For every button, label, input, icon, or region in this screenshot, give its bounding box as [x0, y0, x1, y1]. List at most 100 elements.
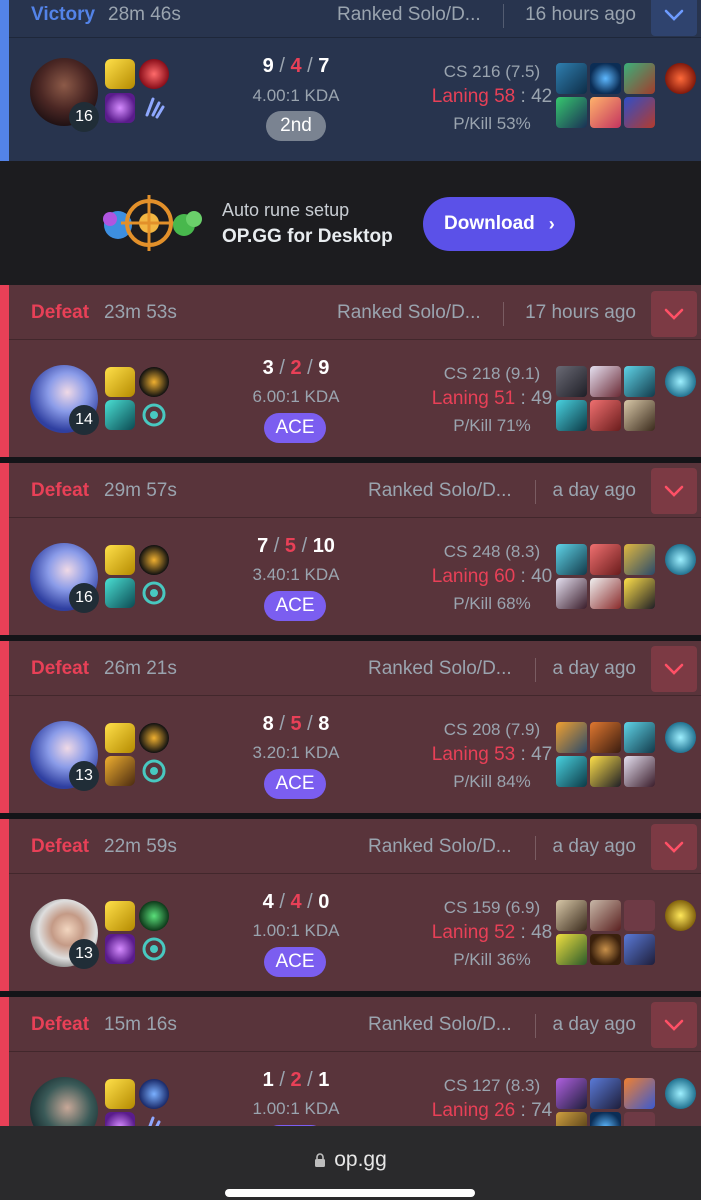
flash-spell-icon[interactable]	[105, 367, 135, 397]
expand-button[interactable]	[651, 1002, 697, 1048]
match-card[interactable]: Defeat 22m 59s Ranked Solo/D... a day ag…	[0, 819, 701, 991]
result-bar	[0, 0, 9, 161]
lock-icon	[314, 1149, 326, 1167]
item-slot[interactable]	[624, 544, 655, 575]
sorcery-rune-icon[interactable]	[139, 1112, 169, 1126]
item-slot[interactable]	[556, 900, 587, 931]
item-slot[interactable]	[556, 1112, 587, 1126]
item-slot[interactable]	[556, 1078, 587, 1109]
match-card[interactable]: Victory 28m 46s Ranked Solo/D... 16 hour…	[0, 0, 701, 161]
item-slot[interactable]	[556, 544, 587, 575]
kda-ratio: 4.00:1 KDA	[252, 86, 340, 105]
ace-badge: ACE	[264, 591, 326, 621]
item-slot[interactable]	[624, 756, 655, 787]
flash-spell-icon[interactable]	[105, 723, 135, 753]
ace-badge: ACE	[264, 947, 326, 977]
item-slot[interactable]	[556, 63, 587, 94]
trinket-icon[interactable]	[665, 1078, 696, 1109]
item-slot[interactable]	[624, 934, 655, 965]
expand-button[interactable]	[651, 824, 697, 870]
item-slot[interactable]	[590, 934, 621, 965]
item-slot[interactable]	[556, 97, 587, 128]
chevron-down-icon	[664, 841, 684, 853]
conqueror-rune-icon[interactable]	[139, 723, 169, 753]
match-card[interactable]: Defeat 15m 16s Ranked Solo/D... a day ag…	[0, 997, 701, 1126]
match-header: Defeat 26m 21s Ranked Solo/D... a day ag…	[9, 641, 701, 696]
precision-rune-icon[interactable]	[139, 578, 169, 608]
item-slot[interactable]	[590, 1078, 621, 1109]
trinket-icon[interactable]	[665, 63, 696, 94]
flash-spell-icon[interactable]	[105, 59, 135, 89]
item-slot[interactable]	[590, 722, 621, 753]
item-slot[interactable]	[624, 578, 655, 609]
precision-rune-icon[interactable]	[139, 756, 169, 786]
precision-rune-icon[interactable]	[139, 934, 169, 964]
item-slot[interactable]	[590, 366, 621, 397]
match-result: Victory	[31, 4, 96, 25]
match-card[interactable]: Defeat 23m 53s Ranked Solo/D... 17 hours…	[0, 285, 701, 457]
download-button[interactable]: Download ›	[423, 197, 575, 251]
ghost-spell-icon[interactable]	[105, 578, 135, 608]
item-slot[interactable]	[624, 366, 655, 397]
trinket-icon[interactable]	[665, 722, 696, 753]
desktop-app-ad[interactable]	[0, 161, 701, 285]
ghost-spell-icon[interactable]	[105, 400, 135, 430]
trinket-icon[interactable]	[665, 900, 696, 931]
item-slot[interactable]	[590, 544, 621, 575]
grasp-rune-icon[interactable]	[139, 901, 169, 931]
precision-rune-icon[interactable]	[139, 400, 169, 430]
ad-tagline: Auto rune setup	[222, 200, 350, 220]
ignite-spell-icon[interactable]	[105, 93, 135, 123]
flash-spell-icon[interactable]	[105, 901, 135, 931]
ad-title: OP.GG for Desktop	[222, 226, 393, 247]
item-slot[interactable]	[556, 934, 587, 965]
item-slot[interactable]	[556, 400, 587, 431]
sorcery-rune-icon[interactable]	[139, 93, 169, 123]
header-divider	[535, 1014, 536, 1038]
item-slot[interactable]	[590, 63, 621, 94]
keystone-rune-icon[interactable]	[139, 1079, 169, 1109]
expand-button[interactable]	[651, 646, 697, 692]
conqueror-rune-icon[interactable]	[139, 545, 169, 575]
ignite-rune-icon[interactable]	[139, 59, 169, 89]
item-slot[interactable]	[624, 1078, 655, 1109]
flash-spell-icon[interactable]	[105, 545, 135, 575]
item-slot[interactable]	[624, 400, 655, 431]
expand-button[interactable]	[651, 291, 697, 337]
match-duration: 29m 57s	[104, 480, 177, 501]
champion-portrait[interactable]	[30, 1077, 98, 1126]
item-slot[interactable]	[590, 900, 621, 931]
download-label: Download	[444, 213, 535, 234]
trinket-icon[interactable]	[665, 544, 696, 575]
ignite-spell-icon[interactable]	[105, 1112, 135, 1126]
time-ago: a day ago	[552, 658, 636, 679]
match-card[interactable]: Defeat 29m 57s Ranked Solo/D... a day ag…	[0, 463, 701, 635]
item-slot[interactable]	[556, 366, 587, 397]
flash-spell-icon[interactable]	[105, 1079, 135, 1109]
expand-button[interactable]	[651, 0, 697, 36]
match-header: Defeat 23m 53s Ranked Solo/D... 17 hours…	[9, 291, 701, 340]
item-slot[interactable]	[624, 722, 655, 753]
placement-badge: 2nd	[266, 111, 326, 141]
expand-button[interactable]	[651, 468, 697, 514]
ignite-spell-icon[interactable]	[105, 934, 135, 964]
teleport-spell-icon[interactable]	[105, 756, 135, 786]
item-slot[interactable]	[590, 1112, 621, 1126]
conqueror-rune-icon[interactable]	[139, 367, 169, 397]
match-header: Defeat 22m 59s Ranked Solo/D... a day ag…	[9, 819, 701, 874]
item-slot[interactable]	[556, 578, 587, 609]
item-slot[interactable]	[624, 63, 655, 94]
item-slot[interactable]	[624, 97, 655, 128]
item-slot[interactable]	[556, 756, 587, 787]
item-slot[interactable]	[590, 756, 621, 787]
match-duration: 23m 53s	[104, 302, 177, 323]
empty-item-slot	[624, 900, 655, 931]
item-slot[interactable]	[556, 722, 587, 753]
item-slot[interactable]	[590, 578, 621, 609]
item-slot[interactable]	[590, 400, 621, 431]
trinket-icon[interactable]	[665, 366, 696, 397]
home-indicator[interactable]	[225, 1189, 475, 1197]
match-card[interactable]: Defeat 26m 21s Ranked Solo/D... a day ag…	[0, 641, 701, 813]
url-display[interactable]: op.gg	[0, 1148, 701, 1172]
item-slot[interactable]	[590, 97, 621, 128]
